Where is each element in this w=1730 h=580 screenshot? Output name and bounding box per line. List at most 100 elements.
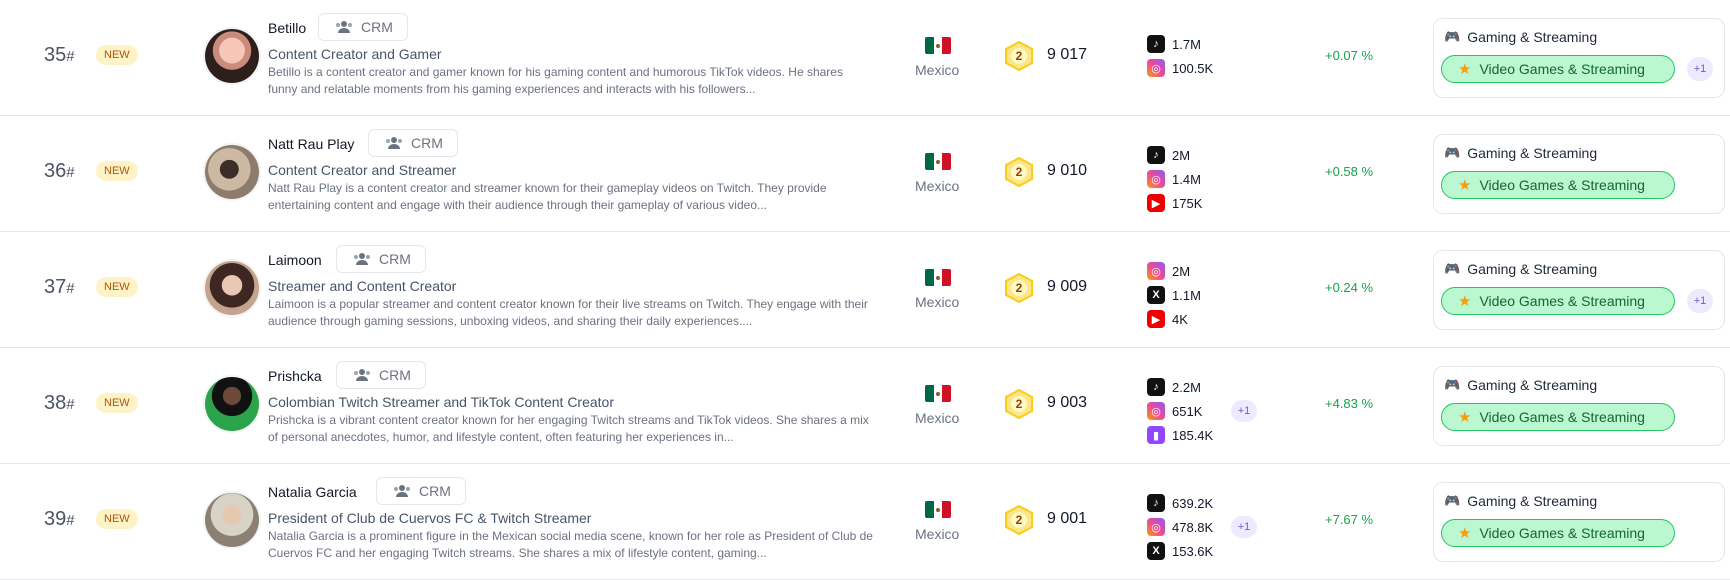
score: 9 001 [1047,510,1088,527]
category-box: 🎮 Gaming & Streaming ★ Video Games & Str… [1433,250,1725,330]
creator-name[interactable]: Natalia Garcia [268,484,357,500]
category-box: 🎮 Gaming & Streaming ★ Video Games & Str… [1433,482,1725,562]
rank: 36# [44,160,75,182]
influencer-list: 35# NEW Betillo CRM Content Creator and … [0,0,1730,580]
twitch-icon: ▮ [1147,426,1165,444]
more-socials-badge[interactable]: +1 [1231,400,1257,422]
gamepad-icon: 🎮 [1444,29,1461,44]
category-tag[interactable]: ★ Video Games & Streaming [1441,171,1675,199]
table-row[interactable]: 37# NEW Laimoon CRM Streamer and Content… [0,232,1730,348]
star-icon: ★ [1458,293,1472,310]
more-tags-badge[interactable]: +1 [1687,289,1713,313]
crm-label: CRM [419,483,451,499]
creator-name[interactable]: Natt Rau Play [268,136,354,152]
social-stat[interactable]: ▶ 4K [1147,310,1188,328]
social-value: 185.4K [1172,427,1214,443]
gamepad-icon: 🎮 [1444,145,1461,160]
social-stat[interactable]: ◎ 2M [1147,262,1190,280]
crm-button[interactable]: CRM [336,245,426,273]
mexico-flag-icon [925,153,951,170]
table-row[interactable]: 36# NEW Natt Rau Play CRM Content Creato… [0,116,1730,232]
social-stat[interactable]: ◎ 100.5K [1147,59,1213,77]
social-stat[interactable]: ▮ 185.4K [1147,426,1213,444]
gamepad-icon: 🎮 [1444,377,1461,392]
new-badge: NEW [96,509,138,529]
social-value: 478.8K [1172,519,1214,535]
social-value: 175K [1172,195,1203,211]
users-icon [354,253,370,265]
more-tags-badge[interactable]: +1 [1687,57,1713,81]
growth-change: +0.24 % [1325,280,1374,295]
country: Mexico [915,178,960,194]
crm-button[interactable]: CRM [336,361,426,389]
creator-name[interactable]: Betillo [268,20,306,36]
social-value: 651K [1172,403,1203,419]
crm-button[interactable]: CRM [376,477,466,505]
creator-description: Prishcka is a vibrant content creator kn… [268,413,869,444]
new-badge: NEW [96,277,138,297]
social-stat[interactable]: ▶ 175K [1147,194,1202,212]
users-icon [386,137,402,149]
table-row[interactable]: 35# NEW Betillo CRM Content Creator and … [0,0,1730,116]
category-tag[interactable]: ★ Video Games & Streaming [1441,519,1675,547]
social-stat[interactable]: ♪ 1.7M [1147,35,1201,53]
creator-description: Laimoon is a popular streamer and conten… [268,297,868,328]
new-badge: NEW [96,161,138,181]
tag-label: Video Games & Streaming [1479,177,1645,193]
instagram-icon: ◎ [1147,59,1165,77]
country: Mexico [915,294,960,310]
growth-change: +7.67 % [1325,512,1374,527]
social-stat[interactable]: ♪ 639.2K [1147,494,1213,512]
level-number: 2 [1015,165,1023,179]
social-value: 153.6K [1172,543,1214,559]
category-heading: 🎮 Gaming & Streaming [1444,145,1597,161]
instagram-icon: ◎ [1147,518,1165,536]
category-heading: 🎮 Gaming & Streaming [1444,261,1597,277]
category-tag[interactable]: ★ Video Games & Streaming [1441,403,1675,431]
avatar[interactable] [205,261,259,315]
avatar[interactable] [205,29,259,83]
more-socials-badge[interactable]: +1 [1231,516,1257,538]
creator-name[interactable]: Laimoon [268,252,322,268]
avatar[interactable] [205,493,259,547]
category-heading: 🎮 Gaming & Streaming [1444,29,1597,45]
tiktok-icon: ♪ [1147,494,1165,512]
creator-description: Natt Rau Play is a content creator and s… [268,181,827,212]
star-icon: ★ [1458,177,1472,194]
country: Mexico [915,410,960,426]
social-stat[interactable]: ◎ 651K [1147,402,1202,420]
social-value: 2.2M [1172,379,1201,395]
avatar[interactable] [205,145,259,199]
social-stat[interactable]: ♪ 2M [1147,146,1190,164]
mexico-flag-icon [925,501,951,518]
social-value: 4K [1172,311,1188,327]
x-icon: X [1147,286,1165,304]
social-stat[interactable]: ♪ 2.2M [1147,378,1201,396]
crm-button[interactable]: CRM [368,129,458,157]
avatar[interactable] [205,377,259,431]
crm-label: CRM [411,135,443,151]
creator-description: Natalia Garcia is a prominent figure in … [268,529,873,560]
tiktok-icon: ♪ [1147,378,1165,396]
social-stat[interactable]: X 153.6K [1147,542,1213,560]
social-stat[interactable]: ◎ 1.4M [1147,170,1201,188]
crm-button[interactable]: CRM [318,13,408,41]
table-row[interactable]: 38# NEW Prishcka CRM Colombian Twitch St… [0,348,1730,464]
score: 9 010 [1047,162,1088,179]
social-stat[interactable]: ◎ 478.8K [1147,518,1213,536]
category-tag[interactable]: ★ Video Games & Streaming [1441,55,1675,83]
creator-name[interactable]: Prishcka [268,368,322,384]
rank: 35# [44,44,75,66]
level-number: 2 [1015,513,1023,527]
category-heading: 🎮 Gaming & Streaming [1444,493,1597,509]
users-icon [336,21,352,33]
level-number: 2 [1015,49,1023,63]
category-tag[interactable]: ★ Video Games & Streaming [1441,287,1675,315]
crm-label: CRM [379,367,411,383]
level-number: 2 [1015,397,1023,411]
score: 9 003 [1047,394,1088,411]
category-box: 🎮 Gaming & Streaming ★ Video Games & Str… [1433,366,1725,446]
social-stat[interactable]: X 1.1M [1147,286,1201,304]
social-value: 1.4M [1172,171,1201,187]
table-row[interactable]: 39# NEW Natalia Garcia CRM President of … [0,464,1730,580]
